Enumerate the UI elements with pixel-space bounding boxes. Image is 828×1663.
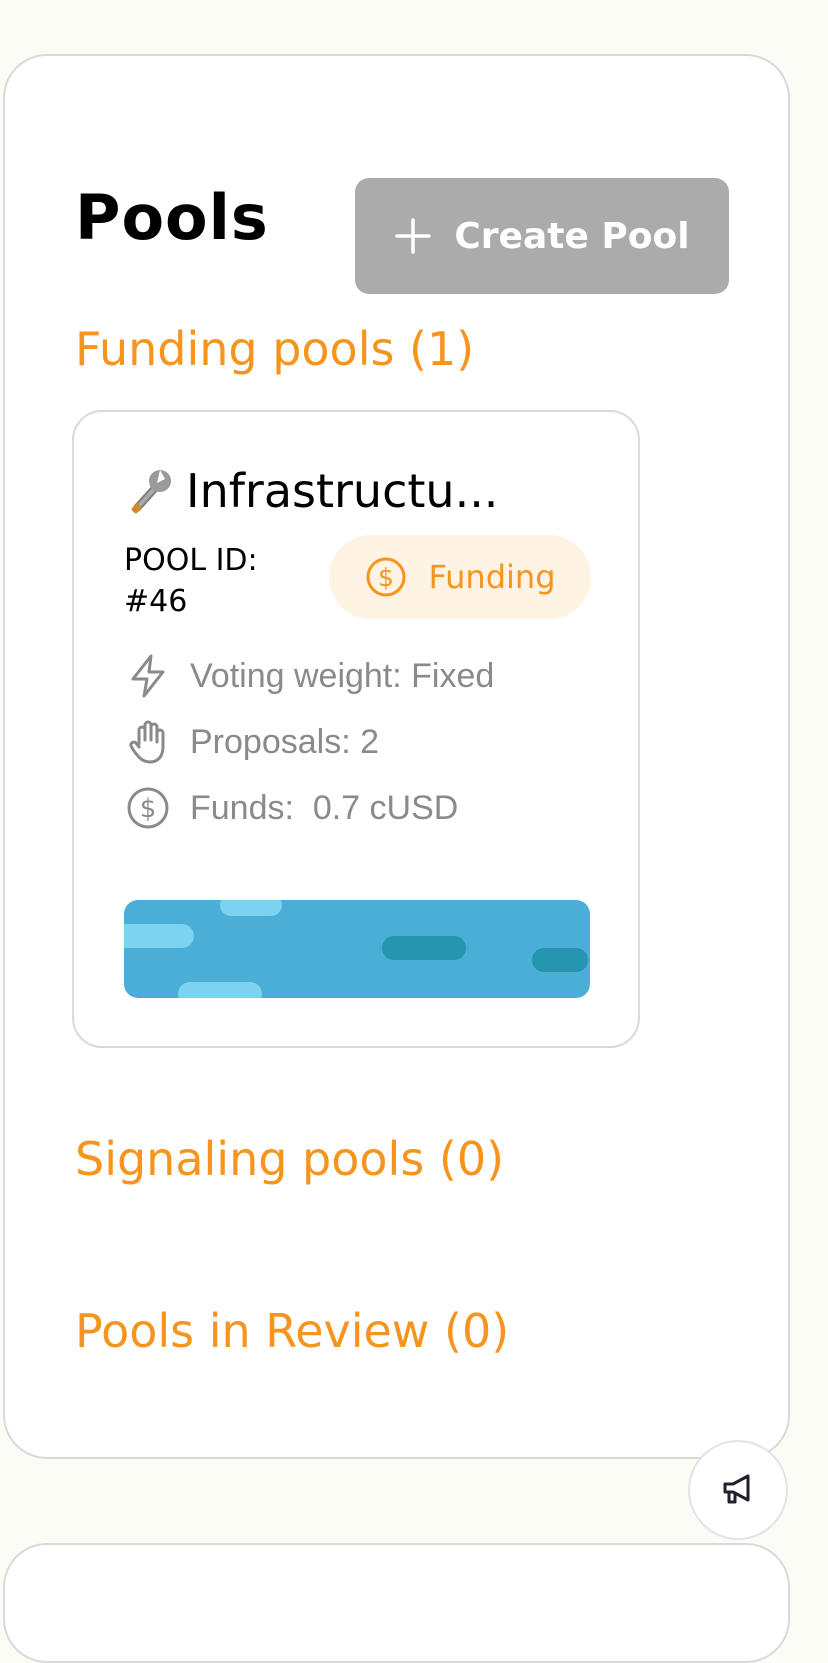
proposals-text: Proposals: 2: [190, 722, 379, 761]
dollar-circle-icon: $: [364, 555, 408, 599]
page-title: Pools: [75, 181, 269, 254]
wrench-icon: [124, 465, 176, 517]
pool-card[interactable]: Infrastructu... POOL ID: #46 $ Funding V…: [72, 410, 640, 1048]
create-pool-button[interactable]: Create Pool: [355, 178, 729, 294]
next-panel: [3, 1543, 790, 1663]
svg-text:$: $: [140, 794, 157, 824]
voting-weight-row: Voting weight: Fixed: [124, 652, 494, 700]
pools-panel: Pools Create Pool Funding pools (1) Infr…: [3, 54, 790, 1459]
pool-name: Infrastructu...: [186, 464, 499, 518]
review-pools-heading: Pools in Review (0): [75, 1304, 510, 1358]
pool-banner-image: [124, 900, 590, 998]
dollar-circle-icon: $: [124, 784, 172, 832]
pool-id-label: POOL ID:: [124, 543, 258, 578]
funding-pools-heading: Funding pools (1): [75, 322, 475, 376]
voting-weight-text: Voting weight: Fixed: [190, 656, 495, 695]
pool-id-value: #46: [124, 584, 188, 619]
plus-icon: [394, 217, 432, 255]
funds-text: Funds: 0.7 cUSD: [190, 788, 459, 827]
feedback-button[interactable]: [688, 1440, 788, 1540]
proposals-row: Proposals: 2: [124, 718, 379, 766]
megaphone-icon: [719, 1471, 757, 1509]
lightning-icon: [124, 652, 172, 700]
pool-card-title: Infrastructu...: [124, 464, 498, 518]
pool-id: POOL ID: #46: [124, 540, 304, 622]
svg-text:$: $: [379, 563, 395, 592]
signaling-pools-heading: Signaling pools (0): [75, 1132, 505, 1186]
create-pool-label: Create Pool: [454, 215, 690, 257]
funds-row: $ Funds: 0.7 cUSD: [124, 784, 458, 832]
status-label: Funding: [428, 558, 556, 596]
status-badge: $ Funding: [329, 535, 591, 619]
hand-icon: [124, 718, 172, 766]
